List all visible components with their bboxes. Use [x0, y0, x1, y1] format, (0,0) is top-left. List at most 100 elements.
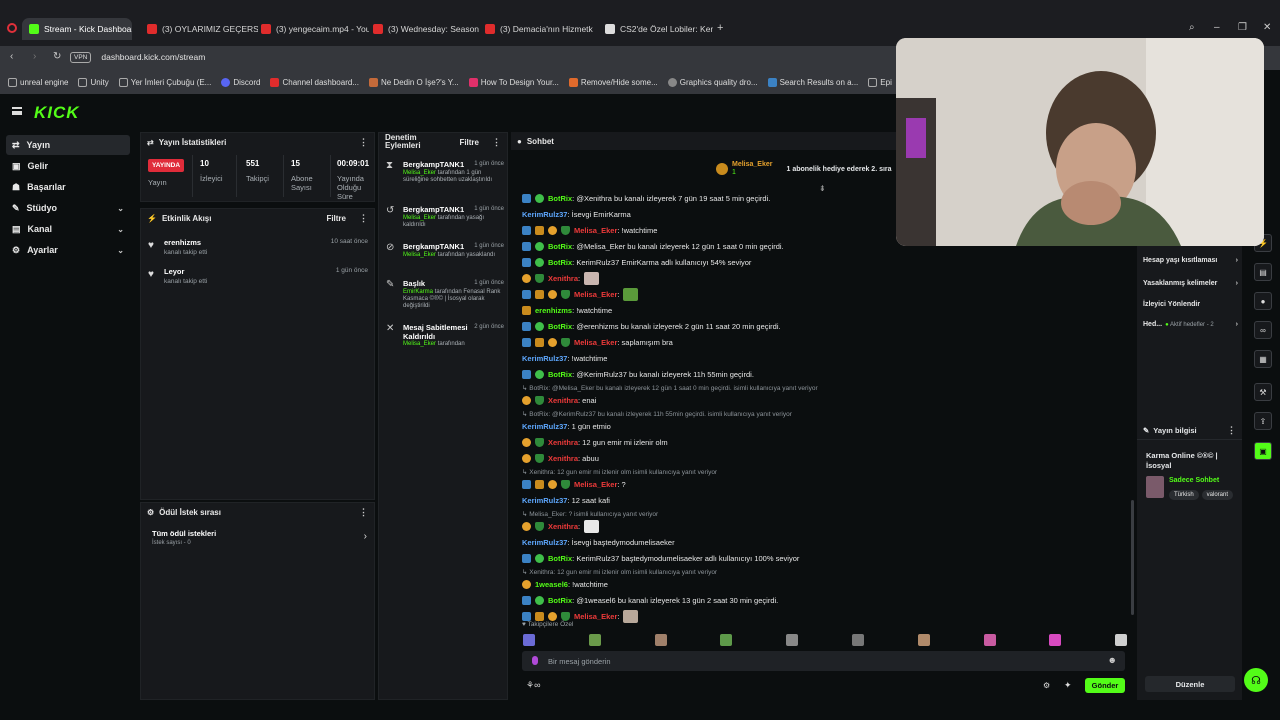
emote-image[interactable] — [584, 271, 600, 285]
tab-youtube-1[interactable]: (3) OYLARIMIZ GEÇERSİZ — [140, 18, 258, 40]
bookmark-item[interactable]: Yer İmleri Çubuğu (E... — [118, 77, 211, 87]
opera-logo-icon[interactable] — [7, 23, 17, 33]
emote-image[interactable] — [623, 609, 639, 623]
gear-icon[interactable]: ⚙ — [1043, 681, 1050, 690]
vpn-badge[interactable]: VPN — [70, 51, 92, 63]
menu-goals[interactable]: Hed... ● Aktif hedefler - 2 › — [1143, 321, 1238, 328]
kick-logo[interactable]: KICK — [34, 103, 80, 123]
founder-badge-icon[interactable] — [548, 225, 557, 235]
sub-badge-icon[interactable] — [522, 289, 531, 299]
og-badge-icon[interactable] — [535, 337, 544, 347]
chat-username[interactable]: Xenithra — [548, 522, 578, 531]
chat-username[interactable]: Xenithra — [548, 454, 578, 463]
tab-youtube-4[interactable]: (3) Demacia'nın Hizmetkâ — [478, 18, 593, 40]
quick-emote[interactable] — [589, 634, 601, 646]
quick-emote[interactable] — [918, 634, 930, 646]
founder-badge-icon[interactable] — [522, 579, 531, 589]
founder-badge-icon[interactable] — [548, 289, 557, 299]
verified-badge-icon[interactable] — [535, 321, 544, 331]
all-rewards-item[interactable]: Tüm ödül istekleri İstek sayısı - 0 › — [152, 529, 367, 551]
emote-image[interactable] — [584, 519, 600, 533]
chat-username[interactable]: 1weasel6 — [535, 580, 568, 589]
close-icon[interactable]: ✕ — [1263, 22, 1271, 33]
link-icon[interactable]: ∞ — [1254, 321, 1272, 339]
moderator-badge-icon[interactable] — [535, 521, 544, 531]
back-icon[interactable]: ‹ — [10, 51, 13, 62]
moderator-badge-icon[interactable] — [535, 453, 544, 463]
menu-account-age[interactable]: Hesap yaşı kısıtlaması › — [1143, 257, 1238, 264]
chat-username[interactable]: BotRix — [548, 322, 572, 331]
sub-badge-icon[interactable] — [522, 479, 531, 489]
url-field[interactable]: VPN dashboard.kick.com/stream — [70, 50, 890, 64]
bookmark-item[interactable]: Unity — [78, 77, 109, 87]
moderator-badge-icon[interactable] — [561, 337, 570, 347]
founder-badge-icon[interactable] — [522, 453, 531, 463]
bookmark-item[interactable]: How To Design Your... — [468, 77, 559, 87]
pin-icon[interactable]: ⇟ — [819, 184, 826, 193]
chat-username[interactable]: Xenithra — [548, 396, 578, 405]
chat-input[interactable]: Bir mesaj gönderin ☻ — [522, 651, 1125, 671]
quick-emote[interactable] — [523, 634, 535, 646]
bookmark-item[interactable]: Remove/Hide some... — [568, 77, 658, 87]
chat-username[interactable]: KerimRulz37 — [522, 354, 567, 363]
sub-badge-icon[interactable] — [522, 321, 531, 331]
founder-badge-icon[interactable] — [522, 395, 531, 405]
moderator-badge-icon[interactable] — [561, 611, 570, 621]
og-badge-icon[interactable] — [535, 611, 544, 621]
quick-emote[interactable] — [1049, 634, 1061, 646]
filter-button[interactable]: Filtre — [459, 138, 479, 147]
chat-username[interactable]: BotRix — [548, 554, 572, 563]
tag[interactable]: Türkish — [1169, 490, 1199, 500]
chat-username[interactable]: Xenithra — [548, 438, 578, 447]
bookmark-item[interactable]: Epi — [868, 77, 892, 87]
chat-username[interactable]: BotRix — [548, 242, 572, 251]
menu-raid[interactable]: İzleyici Yönlendir — [1143, 301, 1238, 308]
emote-menu-icon[interactable] — [532, 656, 538, 665]
document-icon[interactable]: ▤ — [1254, 263, 1272, 281]
chat-username[interactable]: KerimRulz37 — [522, 210, 567, 219]
sub-badge-icon[interactable] — [522, 611, 531, 621]
new-tab-plus-icon[interactable]: + — [717, 22, 723, 34]
moderator-badge-icon[interactable] — [535, 395, 544, 405]
bookmark-item[interactable]: Ne Dedin O İşe?'s Y... — [368, 77, 459, 87]
wrench-icon[interactable]: ⚒ — [1254, 383, 1272, 401]
more-options-icon[interactable]: ⋮ — [359, 213, 368, 224]
chat-settings-icon[interactable]: ⚘∞ — [526, 680, 540, 691]
chat-username[interactable]: KerimRulz37 — [522, 422, 567, 431]
founder-badge-icon[interactable] — [548, 479, 557, 489]
chat-username[interactable]: KerimRulz37 — [522, 538, 567, 547]
quick-emote[interactable] — [984, 634, 996, 646]
gift-icon[interactable]: ✦ — [1064, 680, 1072, 691]
bookmark-item[interactable]: Channel dashboard... — [270, 77, 359, 87]
chat-username[interactable]: KerimRulz37 — [522, 496, 567, 505]
chat-bubble-icon[interactable]: ● — [1254, 292, 1272, 310]
quick-emote[interactable] — [852, 634, 864, 646]
reload-icon[interactable]: ↻ — [53, 51, 61, 62]
sidebar-item-kanal[interactable]: ▤ Kanal ⌄ — [6, 219, 130, 239]
chat-username[interactable]: BotRix — [548, 370, 572, 379]
search-icon[interactable]: ⌕ — [1189, 22, 1195, 33]
share-icon[interactable]: ⇪ — [1254, 412, 1272, 430]
more-options-icon[interactable]: ⋮ — [359, 137, 368, 148]
minimize-icon[interactable]: – — [1214, 22, 1220, 33]
quick-emote[interactable] — [655, 634, 667, 646]
add-widget-icon[interactable]: ▣ — [1254, 442, 1272, 460]
more-options-icon[interactable]: ⋮ — [359, 507, 368, 518]
emoji-icon[interactable]: ☻ — [1108, 655, 1117, 665]
chat-username[interactable]: Melisa_Eker — [574, 290, 617, 299]
maximize-icon[interactable]: ❐ — [1238, 22, 1247, 33]
bookmark-item[interactable]: unreal engine — [8, 77, 68, 87]
verified-badge-icon[interactable] — [535, 553, 544, 563]
tab-kick-dashboard[interactable]: Stream - Kick Dashboard — [22, 18, 132, 40]
og-badge-icon[interactable] — [522, 305, 531, 315]
layout-icon[interactable]: ▦ — [1254, 350, 1272, 368]
sub-badge-icon[interactable] — [522, 241, 531, 251]
menu-banned-words[interactable]: Yasaklanmış kelimeler › — [1143, 280, 1238, 287]
support-chat-icon[interactable]: ☊ — [1244, 668, 1268, 692]
chat-scrollbar[interactable] — [1131, 500, 1134, 615]
chat-username[interactable]: BotRix — [548, 194, 572, 203]
tab-cs2[interactable]: CS2'de Özel Lobiler: Kend — [598, 18, 713, 40]
verified-badge-icon[interactable] — [535, 241, 544, 251]
tag[interactable]: valorant — [1201, 490, 1234, 500]
filter-button[interactable]: Filtre — [326, 214, 346, 223]
